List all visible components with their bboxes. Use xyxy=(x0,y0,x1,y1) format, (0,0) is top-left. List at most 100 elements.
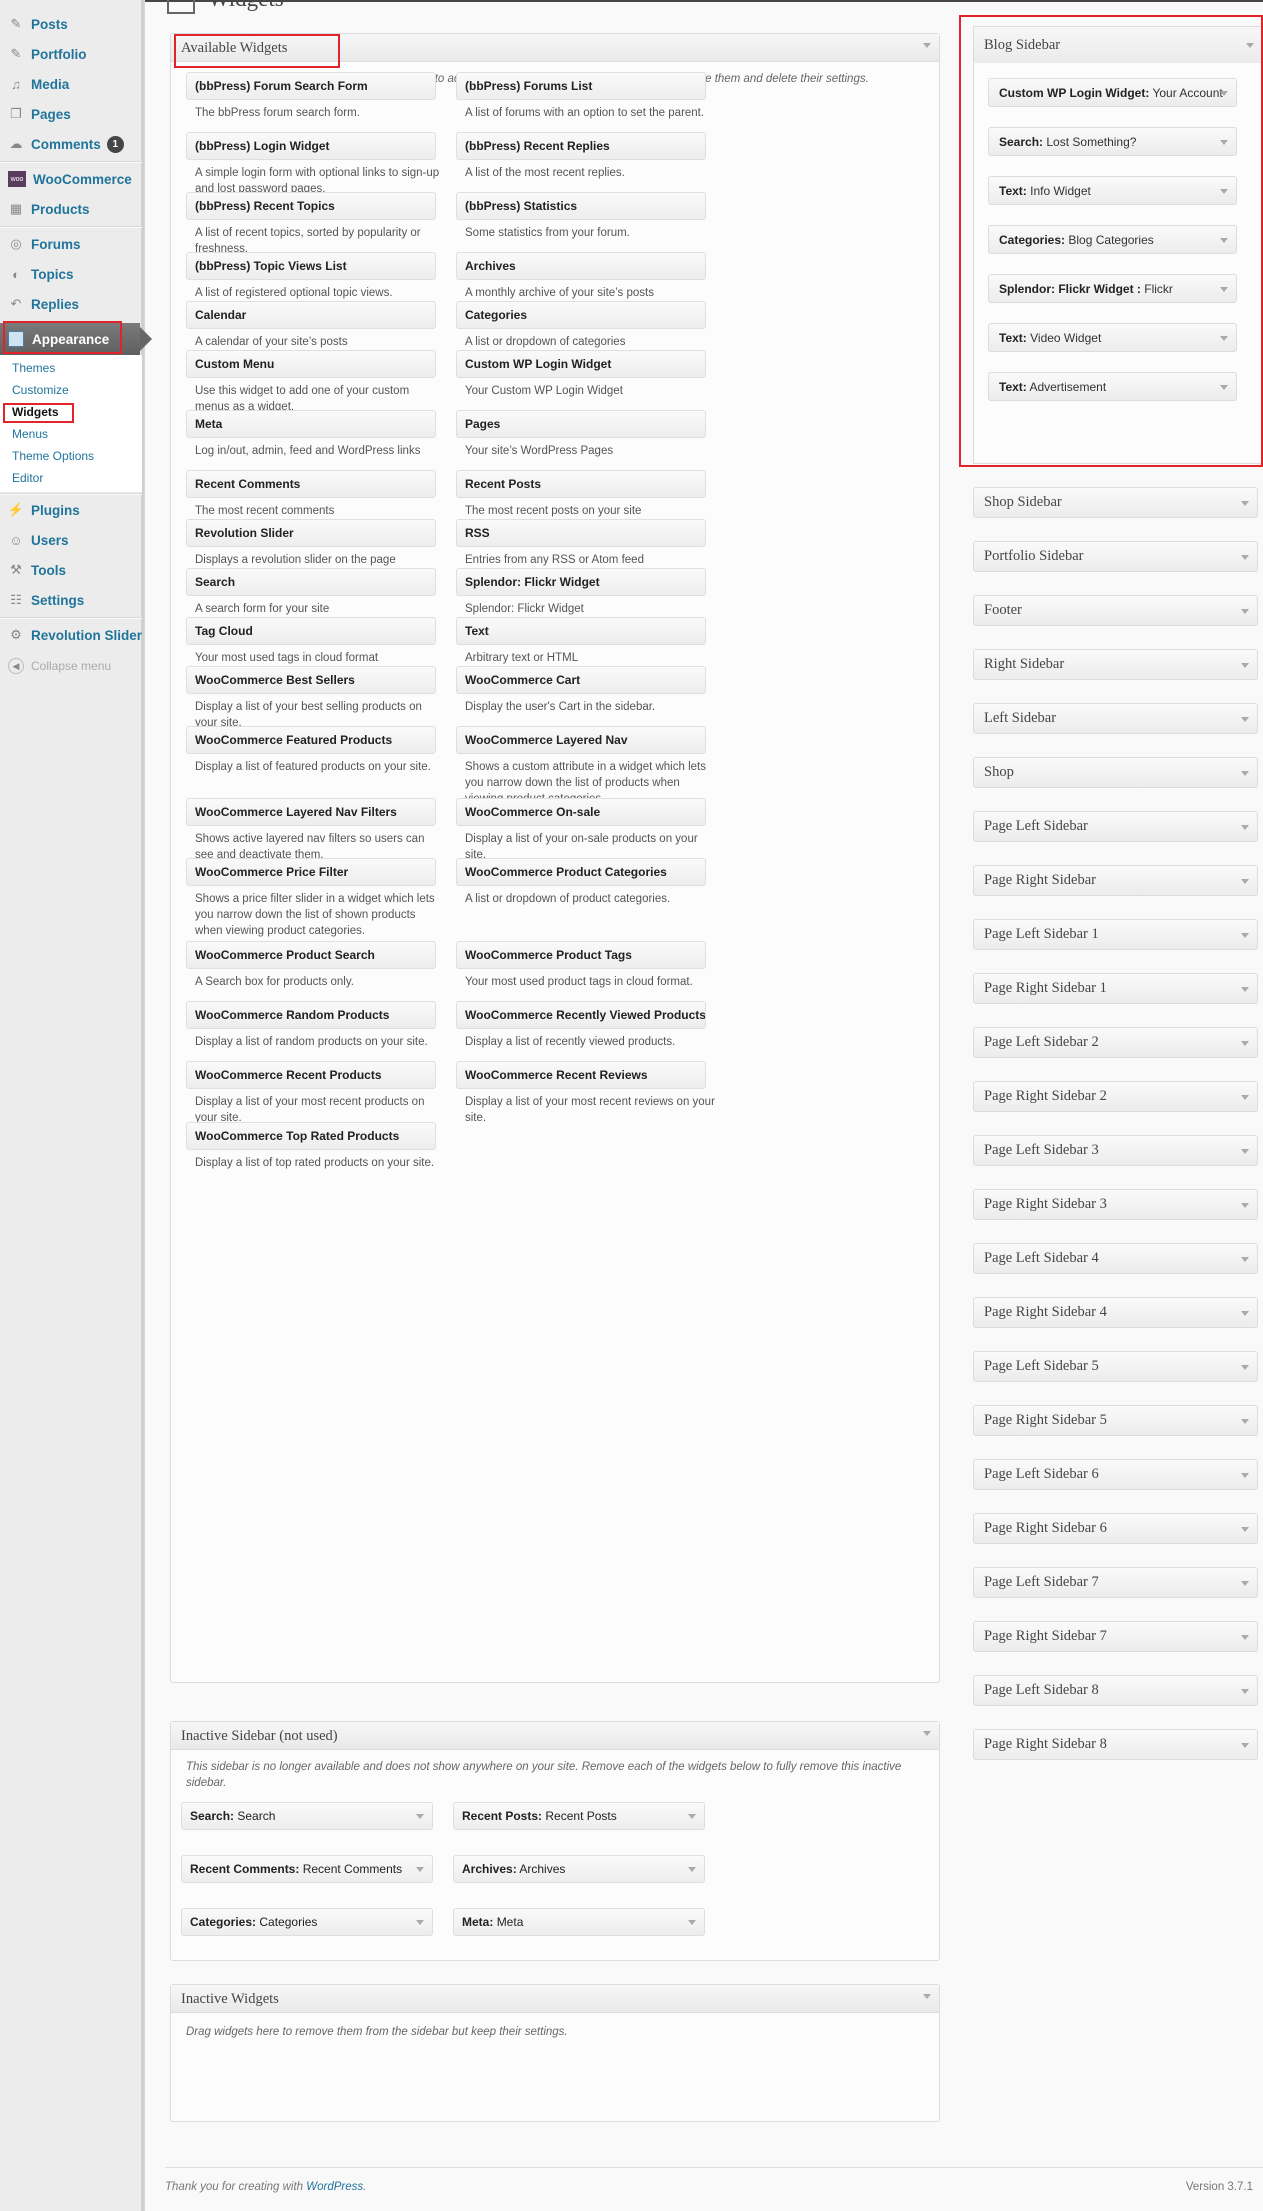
widget-title[interactable]: WooCommerce Top Rated Products xyxy=(186,1122,436,1150)
widget-title[interactable]: Recent Comments xyxy=(186,470,436,498)
toggle-arrow-icon[interactable] xyxy=(1241,1743,1249,1748)
menu-forums[interactable]: ◎ Forums xyxy=(0,230,142,258)
toggle-arrow-icon[interactable] xyxy=(1241,1635,1249,1640)
sidebar-item[interactable]: Page Left Sidebar 5 xyxy=(973,1351,1258,1382)
sidebar-item[interactable]: Page Right Sidebar 5 xyxy=(973,1405,1258,1436)
toggle-arrow-icon[interactable] xyxy=(1241,1419,1249,1424)
inactive-widget-item[interactable]: Archives: Archives xyxy=(453,1855,705,1883)
widget-title[interactable]: Meta xyxy=(186,410,436,438)
inactive-widget-item[interactable]: Categories: Categories xyxy=(181,1908,433,1936)
toggle-arrow-icon[interactable] xyxy=(1241,1311,1249,1316)
toggle-arrow-icon[interactable] xyxy=(1241,1365,1249,1370)
menu-portfolio[interactable]: ✎ Portfolio xyxy=(0,40,142,68)
menu-topics[interactable]: ◐ Topics xyxy=(0,260,142,288)
widget-title[interactable]: (bbPress) Recent Replies xyxy=(456,132,706,160)
widget-title[interactable]: RSS xyxy=(456,519,706,547)
sidebar-item[interactable]: Page Left Sidebar 8 xyxy=(973,1675,1258,1706)
toggle-arrow-icon[interactable] xyxy=(1241,1689,1249,1694)
sidebar-item[interactable]: Page Left Sidebar 2 xyxy=(973,1027,1258,1058)
widget-title[interactable]: WooCommerce Product Categories xyxy=(456,858,706,886)
toggle-arrow-icon[interactable] xyxy=(1241,1203,1249,1208)
menu-posts[interactable]: ✎ Posts xyxy=(0,10,142,38)
widget-title[interactable]: WooCommerce Price Filter xyxy=(186,858,436,886)
menu-users[interactable]: ☺ Users xyxy=(0,526,142,554)
widget-title[interactable]: Custom WP Login Widget xyxy=(456,350,706,378)
menu-comments[interactable]: ☁ Comments 1 xyxy=(0,130,142,158)
menu-plugins[interactable]: ⚡ Plugins xyxy=(0,496,142,524)
sidebar-item[interactable]: Page Right Sidebar xyxy=(973,865,1258,896)
widget-title[interactable]: Revolution Slider xyxy=(186,519,436,547)
menu-revolution-slider[interactable]: ⚙ Revolution Slider xyxy=(0,621,142,649)
sidebar-item[interactable]: Page Left Sidebar xyxy=(973,811,1258,842)
toggle-arrow-icon[interactable] xyxy=(1241,609,1249,614)
submenu-editor[interactable]: Editor xyxy=(12,471,43,485)
widget-title[interactable]: WooCommerce Product Search xyxy=(186,941,436,969)
widget-title[interactable]: (bbPress) Statistics xyxy=(456,192,706,220)
sidebar-item[interactable]: Page Right Sidebar 1 xyxy=(973,973,1258,1004)
widget-title[interactable]: Splendor: Flickr Widget xyxy=(456,568,706,596)
sidebar-item[interactable]: Page Right Sidebar 2 xyxy=(973,1081,1258,1112)
toggle-arrow-icon[interactable] xyxy=(1241,1149,1249,1154)
widget-title[interactable]: (bbPress) Topic Views List xyxy=(186,252,436,280)
widget-title[interactable]: Custom Menu xyxy=(186,350,436,378)
toggle-arrow-icon[interactable] xyxy=(688,1867,696,1872)
widget-title[interactable]: Archives xyxy=(456,252,706,280)
toggle-arrow-icon[interactable] xyxy=(1241,771,1249,776)
toggle-arrow-icon[interactable] xyxy=(1241,1473,1249,1478)
sidebar-item[interactable]: Page Right Sidebar 8 xyxy=(973,1729,1258,1760)
submenu-theme-options[interactable]: Theme Options xyxy=(12,449,94,463)
toggle-arrow-icon[interactable] xyxy=(923,43,931,48)
widget-title[interactable]: WooCommerce Cart xyxy=(456,666,706,694)
submenu-customize[interactable]: Customize xyxy=(12,383,69,397)
widget-title[interactable]: Pages xyxy=(456,410,706,438)
inactive-widgets-header[interactable]: Inactive Widgets xyxy=(171,1985,939,2013)
sidebar-item[interactable]: Footer xyxy=(973,595,1258,626)
widget-title[interactable]: WooCommerce Product Tags xyxy=(456,941,706,969)
toggle-arrow-icon[interactable] xyxy=(688,1814,696,1819)
toggle-arrow-icon[interactable] xyxy=(1241,663,1249,668)
toggle-arrow-icon[interactable] xyxy=(1241,1095,1249,1100)
sidebar-item[interactable]: Page Left Sidebar 4 xyxy=(973,1243,1258,1274)
widget-title[interactable]: Recent Posts xyxy=(456,470,706,498)
inactive-widget-item[interactable]: Recent Posts: Recent Posts xyxy=(453,1802,705,1830)
sidebar-item[interactable]: Page Right Sidebar 6 xyxy=(973,1513,1258,1544)
toggle-arrow-icon[interactable] xyxy=(923,1731,931,1736)
sidebar-item[interactable]: Portfolio Sidebar xyxy=(973,541,1258,572)
toggle-arrow-icon[interactable] xyxy=(416,1920,424,1925)
sidebar-item[interactable]: Page Left Sidebar 1 xyxy=(973,919,1258,950)
toggle-arrow-icon[interactable] xyxy=(1241,1041,1249,1046)
sidebar-item[interactable]: Page Left Sidebar 3 xyxy=(973,1135,1258,1166)
sidebar-item[interactable]: Shop Sidebar xyxy=(973,487,1258,518)
toggle-arrow-icon[interactable] xyxy=(1241,1257,1249,1262)
toggle-arrow-icon[interactable] xyxy=(416,1814,424,1819)
menu-media[interactable]: ♫ Media xyxy=(0,70,142,98)
menu-products[interactable]: ▦ Products xyxy=(0,195,142,223)
toggle-arrow-icon[interactable] xyxy=(1241,879,1249,884)
widget-title[interactable]: WooCommerce Best Sellers xyxy=(186,666,436,694)
toggle-arrow-icon[interactable] xyxy=(688,1920,696,1925)
widget-title[interactable]: Search xyxy=(186,568,436,596)
widget-title[interactable]: WooCommerce Recently Viewed Products xyxy=(456,1001,706,1029)
inactive-widget-item[interactable]: Meta: Meta xyxy=(453,1908,705,1936)
widget-title[interactable]: Tag Cloud xyxy=(186,617,436,645)
widget-title[interactable]: WooCommerce Featured Products xyxy=(186,726,436,754)
toggle-arrow-icon[interactable] xyxy=(1241,555,1249,560)
menu-pages[interactable]: ❐ Pages xyxy=(0,100,142,128)
widget-title[interactable]: (bbPress) Forum Search Form xyxy=(186,72,436,100)
toggle-arrow-icon[interactable] xyxy=(1241,501,1249,506)
widget-title[interactable]: WooCommerce Layered Nav Filters xyxy=(186,798,436,826)
widget-title[interactable]: Categories xyxy=(456,301,706,329)
toggle-arrow-icon[interactable] xyxy=(1241,1581,1249,1586)
widget-title[interactable]: WooCommerce Random Products xyxy=(186,1001,436,1029)
widget-title[interactable]: (bbPress) Forums List xyxy=(456,72,706,100)
sidebar-item[interactable]: Page Right Sidebar 7 xyxy=(973,1621,1258,1652)
toggle-arrow-icon[interactable] xyxy=(416,1867,424,1872)
widget-title[interactable]: Calendar xyxy=(186,301,436,329)
toggle-arrow-icon[interactable] xyxy=(1241,1527,1249,1532)
widget-title[interactable]: Text xyxy=(456,617,706,645)
menu-settings[interactable]: ☷ Settings xyxy=(0,586,142,614)
menu-replies[interactable]: ↶ Replies xyxy=(0,290,142,318)
sidebar-item[interactable]: Page Left Sidebar 7 xyxy=(973,1567,1258,1598)
widget-title[interactable]: WooCommerce Recent Products xyxy=(186,1061,436,1089)
sidebar-item[interactable]: Shop xyxy=(973,757,1258,788)
